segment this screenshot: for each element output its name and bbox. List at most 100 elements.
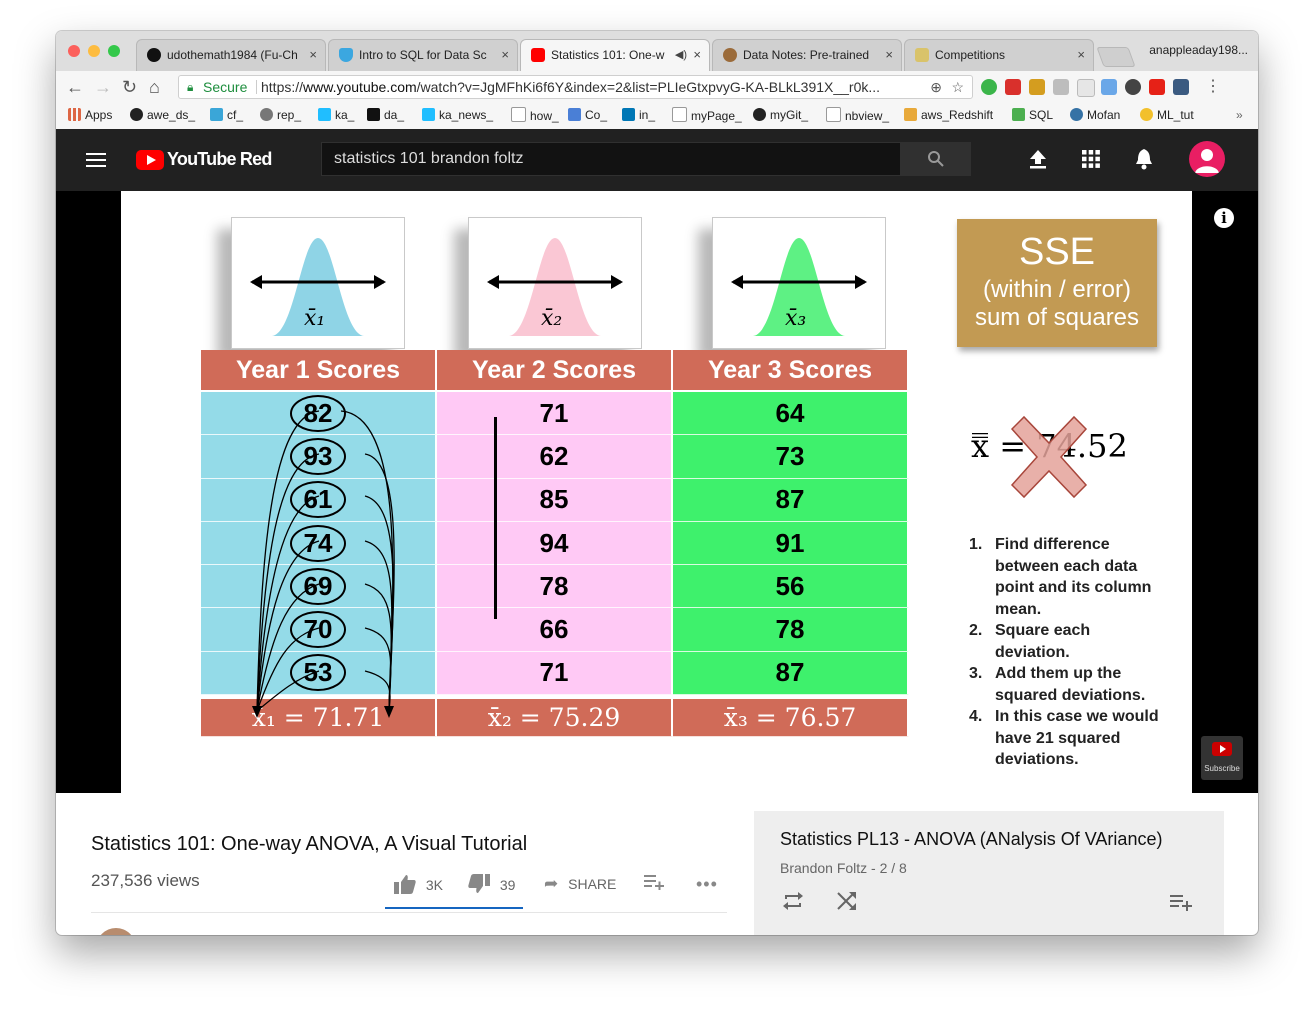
- account-avatar[interactable]: [1189, 141, 1225, 177]
- bookmark-item[interactable]: cf_: [210, 107, 243, 123]
- bookmark-item[interactable]: how_: [511, 107, 559, 124]
- profile-name[interactable]: anappleaday198...: [1149, 43, 1248, 57]
- kaggle-icon: [915, 48, 929, 62]
- bookmark-item[interactable]: ka_news_: [422, 107, 493, 123]
- close-tab-icon[interactable]: ×: [1077, 40, 1085, 70]
- bookmarks-overflow-button[interactable]: »: [1236, 107, 1243, 123]
- upload-icon[interactable]: [1028, 148, 1048, 170]
- tab-competitions[interactable]: Competitions ×: [904, 39, 1094, 71]
- loop-icon[interactable]: [782, 891, 804, 911]
- extension-youtube-icon[interactable]: [1149, 79, 1165, 95]
- bookmark-item[interactable]: myPage_: [672, 107, 742, 124]
- step-item: 4. In this case we would have 21 squared …: [969, 708, 1159, 768]
- vertical-marker-line: [494, 417, 497, 619]
- apps-grid-icon: [68, 108, 81, 121]
- share-button[interactable]: ➦ SHARE: [544, 874, 616, 894]
- like-button[interactable]: 3K: [394, 874, 443, 894]
- home-icon[interactable]: ⌂: [149, 76, 160, 98]
- bookmark-item[interactable]: Mofan: [1070, 107, 1120, 123]
- playlist-title[interactable]: Statistics PL13 - ANOVA (ANalysis Of VAr…: [780, 829, 1162, 850]
- new-tab-button[interactable]: [1096, 47, 1136, 67]
- zoom-window-button[interactable]: [108, 45, 120, 57]
- video-player[interactable]: x̄₁ x̄₂ x̄₃ SSE (within / error) sum of …: [56, 191, 1258, 793]
- youtube-play-icon: [1212, 742, 1232, 756]
- more-actions-button[interactable]: •••: [696, 874, 718, 895]
- bookmark-item[interactable]: Co_: [568, 107, 607, 123]
- table-cell: 93: [201, 435, 437, 479]
- page-icon: [511, 107, 526, 122]
- info-icon[interactable]: i: [1214, 208, 1234, 228]
- step-item: 3. Add them up the squared deviations.: [969, 665, 1146, 704]
- bookmark-item[interactable]: myGit_: [753, 107, 808, 123]
- tab-datacamp[interactable]: Intro to SQL for Data Sc ×: [328, 39, 518, 71]
- search-input[interactable]: statistics 101 brandon foltz: [321, 142, 901, 176]
- column-header: Year 2 Scores: [437, 350, 673, 392]
- search-button[interactable]: [901, 142, 971, 176]
- table-cell: 73: [673, 435, 909, 479]
- address-bar[interactable]: 🔒︎ Secure https://www.youtube.com/watch?…: [178, 75, 973, 99]
- bookmark-item[interactable]: nbview_: [826, 107, 889, 124]
- bookmark-apps[interactable]: Apps: [68, 107, 112, 123]
- card-mean-label: x̄₁: [304, 306, 326, 331]
- reload-icon[interactable]: ↻: [122, 76, 137, 98]
- apps-grid-icon[interactable]: [1082, 150, 1100, 168]
- menu-icon[interactable]: [86, 153, 106, 167]
- extension-calc-icon[interactable]: [1077, 79, 1095, 97]
- back-arrow-icon[interactable]: ←: [66, 76, 84, 98]
- share-arrow-icon: ➦: [544, 874, 559, 893]
- extension-ghost-icon[interactable]: [1125, 79, 1141, 95]
- extension-red-book-icon[interactable]: [1005, 79, 1021, 95]
- circled-score: 53: [290, 654, 346, 692]
- bookmark-item[interactable]: da_: [367, 107, 404, 123]
- zoom-icon[interactable]: ⊕: [930, 76, 942, 98]
- extension-green-icon[interactable]: [981, 79, 997, 95]
- view-count: 237,536 views: [91, 871, 200, 890]
- bookmark-item[interactable]: rep_: [260, 107, 301, 123]
- playlist-add-icon[interactable]: [1170, 893, 1192, 911]
- close-tab-icon[interactable]: ×: [501, 40, 509, 70]
- extension-blue-icon[interactable]: [1101, 79, 1117, 95]
- share-label: SHARE: [568, 876, 617, 892]
- tab-github[interactable]: udothemath1984 (Fu-Ch ×: [136, 39, 326, 71]
- chrome-menu-icon[interactable]: ⋮: [1205, 76, 1221, 96]
- close-window-button[interactable]: [68, 45, 80, 57]
- bookmark-item[interactable]: SQL: [1012, 107, 1053, 123]
- minimize-window-button[interactable]: [88, 45, 100, 57]
- extension-pencil-icon[interactable]: [1029, 79, 1045, 95]
- close-tab-icon[interactable]: ×: [693, 40, 701, 70]
- shield-icon: [339, 48, 353, 62]
- table-cell: 62: [437, 435, 673, 479]
- python-icon: [1140, 108, 1153, 121]
- card-mean-label: x̄₃: [785, 306, 807, 331]
- tab-youtube[interactable]: Statistics 101: One-w ◀) ×: [520, 39, 710, 71]
- circled-score: 93: [290, 437, 346, 475]
- tab-kaggle-notes[interactable]: Data Notes: Pre-trained ×: [712, 39, 902, 71]
- close-tab-icon[interactable]: ×: [885, 40, 893, 70]
- speaker-icon: ◀): [674, 49, 687, 61]
- video-frame: x̄₁ x̄₂ x̄₃ SSE (within / error) sum of …: [121, 191, 1192, 793]
- table-row: 93 62 73: [201, 435, 909, 479]
- tab-title: Intro to SQL for Data Sc: [359, 48, 487, 62]
- browser-window: udothemath1984 (Fu-Ch × Intro to SQL for…: [56, 31, 1258, 935]
- bookmark-item[interactable]: ka_: [318, 107, 354, 123]
- bookmark-item[interactable]: aws_Redshift: [904, 107, 993, 123]
- table-row: 70 66 78: [201, 608, 909, 652]
- bookmark-item[interactable]: awe_ds_: [130, 107, 195, 123]
- bookmark-item[interactable]: in_: [622, 107, 655, 123]
- table-row: 53 71 87: [201, 651, 909, 696]
- notifications-bell-icon[interactable]: [1134, 148, 1154, 170]
- extension-dark-icon[interactable]: [1173, 79, 1189, 95]
- bookmark-star-icon[interactable]: ☆: [951, 76, 964, 98]
- add-to-playlist-button[interactable]: [644, 874, 664, 891]
- extension-gray-icon[interactable]: [1053, 79, 1069, 95]
- subscribe-watermark-button[interactable]: Subscribe: [1201, 736, 1243, 780]
- forward-arrow-icon[interactable]: →: [94, 76, 112, 98]
- close-tab-icon[interactable]: ×: [309, 40, 317, 70]
- nbviewer-icon: [826, 107, 841, 122]
- shuffle-icon[interactable]: [836, 891, 858, 911]
- bookmark-item[interactable]: ML_tut: [1140, 107, 1194, 123]
- lock-icon: 🔒︎: [187, 80, 194, 94]
- dislike-button[interactable]: 39: [468, 874, 515, 894]
- tab-title: udothemath1984 (Fu-Ch: [167, 48, 298, 62]
- channel-avatar[interactable]: [96, 928, 136, 935]
